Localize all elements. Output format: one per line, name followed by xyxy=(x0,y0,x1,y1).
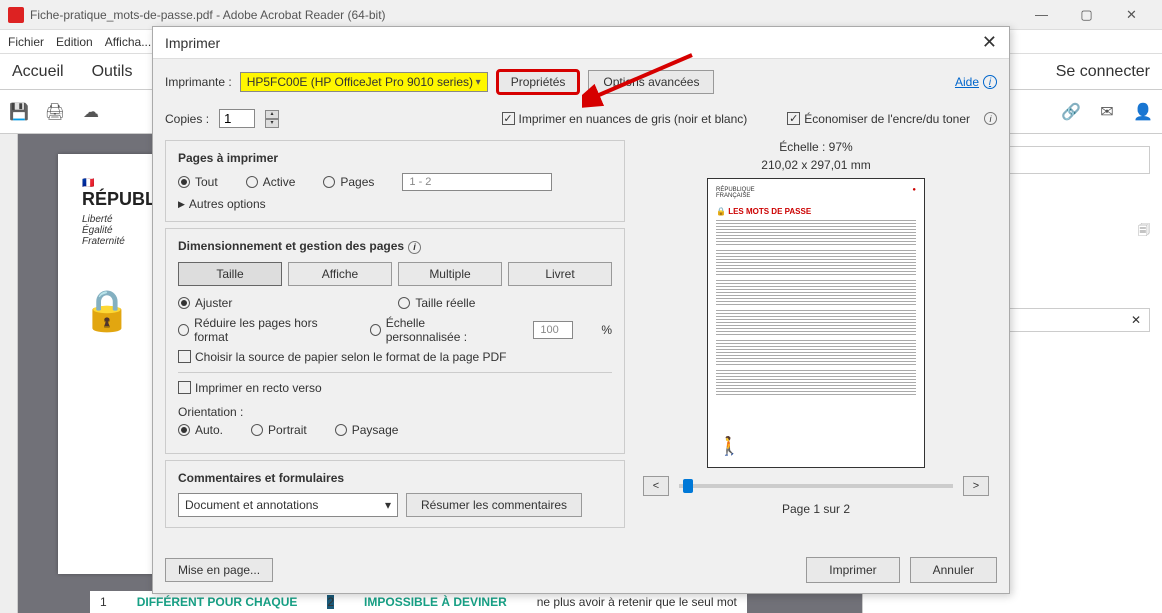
print-button[interactable]: Imprimer xyxy=(806,557,899,583)
preview-next-button[interactable]: > xyxy=(963,476,989,496)
tab-size[interactable]: Taille xyxy=(178,262,282,286)
mail-icon[interactable]: ✉ xyxy=(1096,101,1118,123)
summarize-button[interactable]: Résumer les commentaires xyxy=(406,493,582,517)
tab-tools[interactable]: Outils xyxy=(92,63,133,81)
lock-icon: 🔒 xyxy=(82,289,132,333)
comments-group: Commentaires et formulaires Document et … xyxy=(165,460,625,528)
copies-spinner[interactable]: ▴▾ xyxy=(265,110,279,128)
app-icon xyxy=(8,7,24,23)
savetoner-checkbox[interactable]: ✓Économiser de l'encre/du toner xyxy=(787,112,970,126)
advanced-options-button[interactable]: Options avancées xyxy=(588,70,714,94)
dialog-close-icon[interactable]: ✕ xyxy=(982,32,997,53)
copies-input[interactable] xyxy=(219,109,255,128)
info-icon[interactable]: i xyxy=(984,112,997,125)
cancel-button[interactable]: Annuler xyxy=(910,557,997,583)
duplex-checkbox[interactable]: Imprimer en recto verso xyxy=(178,381,612,395)
more-options-toggle[interactable]: ▶Autres options xyxy=(178,197,612,211)
radio-custom[interactable]: Échelle personnalisée : xyxy=(370,316,500,344)
pages-group: Pages à imprimer Tout Active Pages ▶Autr… xyxy=(165,140,625,222)
window-title: Fiche-pratique_mots-de-passe.pdf - Adobe… xyxy=(30,8,1019,22)
bullet-1: 1 xyxy=(100,595,107,609)
preview-dimensions: 210,02 x 297,01 mm xyxy=(635,158,997,172)
close-button[interactable]: ✕ xyxy=(1109,0,1154,30)
radio-portrait[interactable]: Portrait xyxy=(251,423,307,437)
bullet-2: 2 xyxy=(327,595,334,609)
tab-multiple[interactable]: Multiple xyxy=(398,262,502,286)
sign-in-link[interactable]: Se connecter xyxy=(1056,63,1150,81)
info-icon[interactable]: i xyxy=(408,241,421,254)
orientation-label: Orientation : xyxy=(178,405,612,419)
print-dialog: Imprimer ✕ Imprimante : HP5FC00E (HP Off… xyxy=(152,26,1010,594)
preview-slider[interactable] xyxy=(679,484,953,488)
properties-button[interactable]: Propriétés xyxy=(496,69,581,95)
left-sidebar[interactable] xyxy=(0,134,18,613)
maximize-button[interactable]: ▢ xyxy=(1064,0,1109,30)
preview-page-label: Page 1 sur 2 xyxy=(635,502,997,516)
page-setup-button[interactable]: Mise en page... xyxy=(165,558,273,582)
help-link[interactable]: Aidei xyxy=(955,75,997,89)
menu-edit[interactable]: Edition xyxy=(56,35,93,49)
choose-source-checkbox[interactable]: Choisir la source de papier selon le for… xyxy=(178,350,612,364)
printer-select[interactable]: HP5FC00E (HP OfficeJet Pro 9010 series) … xyxy=(240,72,488,92)
radio-active[interactable]: Active xyxy=(246,175,296,189)
chevron-down-icon: ▾ xyxy=(476,77,481,88)
radio-landscape[interactable]: Paysage xyxy=(335,423,399,437)
cloud-icon[interactable]: ☁ xyxy=(80,101,102,123)
print-icon[interactable]: 🖨 xyxy=(44,101,66,123)
radio-all[interactable]: Tout xyxy=(178,175,218,189)
save-icon[interactable]: 💾 xyxy=(8,101,30,123)
tab-booklet[interactable]: Livret xyxy=(508,262,612,286)
minimize-button[interactable]: — xyxy=(1019,0,1064,30)
link-icon[interactable]: 🔗 xyxy=(1060,101,1082,123)
menu-view[interactable]: Afficha... xyxy=(105,35,151,49)
radio-actual[interactable]: Taille réelle xyxy=(398,296,475,310)
radio-shrink[interactable]: Réduire les pages hors format xyxy=(178,316,342,344)
tab-poster[interactable]: Affiche xyxy=(288,262,392,286)
sizing-group: Dimensionnement et gestion des pagesi Ta… xyxy=(165,228,625,454)
chevron-down-icon: ▾ xyxy=(385,498,391,512)
grayscale-checkbox[interactable]: ✓Imprimer en nuances de gris (noir et bl… xyxy=(502,112,748,126)
menu-file[interactable]: Fichier xyxy=(8,35,44,49)
comments-select[interactable]: Document et annotations▾ xyxy=(178,493,398,517)
dialog-title: Imprimer xyxy=(165,35,220,51)
pages-range-input[interactable] xyxy=(402,173,552,191)
person-icon[interactable]: 👤 xyxy=(1132,101,1154,123)
radio-auto[interactable]: Auto. xyxy=(178,423,223,437)
tab-home[interactable]: Accueil xyxy=(12,63,64,81)
scale-input[interactable] xyxy=(533,321,573,339)
preview-page: RÉPUBLIQUEFRANÇAISE● 🔒 LES MOTS DE PASSE… xyxy=(707,178,925,468)
preview-prev-button[interactable]: < xyxy=(643,476,669,496)
radio-pages[interactable]: Pages xyxy=(323,175,374,189)
copies-label: Copies : xyxy=(165,112,209,126)
preview-scale: Échelle : 97% xyxy=(635,140,997,154)
printer-label: Imprimante : xyxy=(165,75,232,89)
radio-fit[interactable]: Ajuster xyxy=(178,296,232,310)
